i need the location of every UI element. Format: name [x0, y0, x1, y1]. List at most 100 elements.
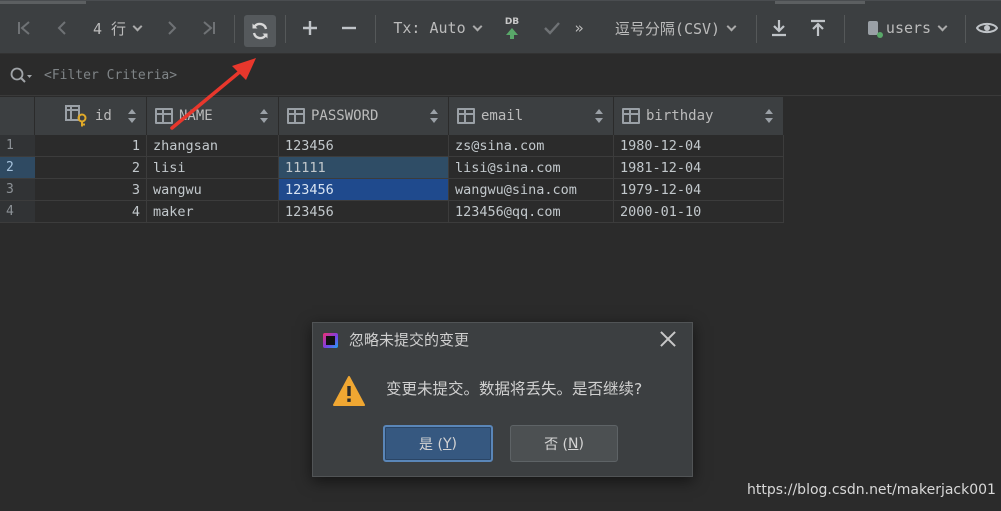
cell-email[interactable]: lisi@sina.com — [449, 157, 614, 179]
column-header-id[interactable]: id — [35, 97, 147, 135]
cell-birthday[interactable]: 1981-12-04 — [614, 157, 784, 179]
row-count-label: 4 行 — [92, 19, 127, 38]
dialog-title: 忽略未提交的变更 — [349, 331, 470, 349]
sort-icon[interactable] — [430, 109, 438, 123]
close-icon[interactable] — [658, 329, 678, 349]
app-logo-icon — [323, 333, 338, 348]
plus-icon — [303, 21, 317, 35]
cell-id[interactable]: 2 — [35, 157, 147, 179]
no-mnemonic: N — [567, 435, 579, 452]
eye-icon — [976, 22, 998, 34]
up-arrow-icon — [506, 27, 518, 35]
yes-label-end: ) — [451, 435, 457, 452]
column-icon — [457, 108, 475, 124]
upload-icon — [811, 19, 825, 36]
sort-icon[interactable] — [128, 109, 136, 123]
chevron-down-icon — [132, 21, 143, 31]
yes-button[interactable]: 是 (Y) — [383, 425, 493, 462]
last-page-icon[interactable] — [195, 1, 223, 55]
discard-changes-dialog: 忽略未提交的变更 变更未提交。数据将丢失。是否继续? 是 (Y) 否 (N) — [312, 322, 693, 477]
previous-page-icon[interactable] — [48, 1, 76, 55]
no-label: 否 ( — [544, 436, 568, 453]
data-source-selector[interactable]: users — [857, 1, 957, 55]
cell-email[interactable]: zs@sina.com — [449, 135, 614, 157]
cell-id[interactable]: 1 — [35, 135, 147, 157]
column-name: birthday — [646, 108, 714, 124]
dialog-message: 变更未提交。数据将丢失。是否继续? — [386, 380, 643, 398]
cell-name[interactable]: zhangsan — [147, 135, 279, 157]
column-icon — [287, 108, 305, 124]
row-number-header — [0, 97, 35, 135]
primary-key-column-icon — [65, 105, 87, 127]
column-icon — [622, 108, 640, 124]
sort-icon[interactable] — [595, 109, 603, 123]
row-number[interactable]: 3 — [0, 179, 35, 201]
minus-icon — [342, 26, 356, 30]
up-arrow-stem — [510, 34, 514, 39]
download-button[interactable] — [765, 1, 793, 55]
data-editor-toolbar: 4 行 Tx: Auto DB » 逗号分隔(CSV) users — [0, 0, 1001, 54]
cell-name[interactable]: maker — [147, 201, 279, 223]
delete-row-button[interactable] — [335, 1, 363, 55]
commit-check-icon[interactable] — [538, 1, 566, 55]
column-header-birthday[interactable]: birthday — [614, 97, 784, 135]
row-count-selector[interactable]: 4 行 — [84, 1, 150, 55]
cell-email[interactable]: 123456@qq.com — [449, 201, 614, 223]
chevron-down-icon — [726, 21, 737, 31]
watermark-url: https://blog.csdn.net/makerjack001 — [747, 482, 996, 498]
cell-name[interactable]: lisi — [147, 157, 279, 179]
column-name: PASSWORD — [311, 108, 379, 124]
column-header-email[interactable]: email — [449, 97, 614, 135]
refresh-button[interactable] — [244, 15, 276, 47]
toolbar-separator — [234, 15, 235, 43]
export-format-selector[interactable]: 逗号分隔(CSV) — [604, 1, 746, 55]
cell-name[interactable]: wangwu — [147, 179, 279, 201]
warning-icon — [333, 376, 365, 406]
search-icon[interactable] — [9, 66, 33, 86]
yes-label: 是 ( — [419, 436, 443, 453]
chevron-down-icon — [472, 21, 483, 31]
more-actions-button[interactable]: » — [568, 1, 590, 55]
toolbar-separator — [844, 15, 845, 43]
transaction-mode-label: Tx: Auto — [393, 19, 466, 37]
first-page-icon[interactable] — [10, 1, 38, 55]
toolbar-separator — [965, 15, 966, 43]
cell-email[interactable]: wangwu@sina.com — [449, 179, 614, 201]
refresh-icon — [252, 22, 268, 40]
filter-bar — [0, 54, 1001, 96]
chevron-down-icon — [937, 21, 948, 31]
cell-birthday[interactable]: 1979-12-04 — [614, 179, 784, 201]
next-page-icon[interactable] — [158, 1, 186, 55]
cell-birthday[interactable]: 2000-01-10 — [614, 201, 784, 223]
submit-changes-button[interactable]: DB — [498, 1, 526, 55]
row-number[interactable]: 4 — [0, 201, 35, 223]
no-label-end: ) — [578, 435, 584, 452]
transaction-mode-selector[interactable]: Tx: Auto — [388, 1, 486, 55]
more-chevrons-icon: » — [574, 19, 584, 37]
column-header-password[interactable]: PASSWORD — [279, 97, 449, 135]
cell-password-selected[interactable]: 123456 — [279, 179, 449, 201]
upload-button[interactable] — [804, 1, 832, 55]
annotation-arrow-icon — [170, 58, 256, 130]
column-name: email — [481, 108, 524, 124]
filter-criteria-input[interactable] — [44, 64, 644, 86]
db-submit-icon: DB — [504, 16, 520, 27]
dialog-titlebar: 忽略未提交的变更 — [313, 323, 692, 355]
datasource-plug-icon — [867, 21, 883, 38]
row-number[interactable]: 1 — [0, 135, 35, 157]
view-options-button[interactable] — [973, 1, 1001, 55]
cell-password[interactable]: 123456 — [279, 135, 449, 157]
add-row-button[interactable] — [296, 1, 324, 55]
download-icon — [772, 20, 786, 37]
row-number[interactable]: 2 — [0, 157, 35, 179]
column-name: id — [95, 108, 112, 124]
cell-birthday[interactable]: 1980-12-04 — [614, 135, 784, 157]
cell-password[interactable]: 123456 — [279, 201, 449, 223]
cell-id[interactable]: 4 — [35, 201, 147, 223]
export-format-label: 逗号分隔(CSV) — [614, 19, 721, 38]
cell-id[interactable]: 3 — [35, 179, 147, 201]
sort-icon[interactable] — [765, 109, 773, 123]
no-button[interactable]: 否 (N) — [510, 425, 618, 462]
cell-password[interactable]: 11111 — [279, 157, 449, 179]
toolbar-separator — [375, 15, 376, 43]
